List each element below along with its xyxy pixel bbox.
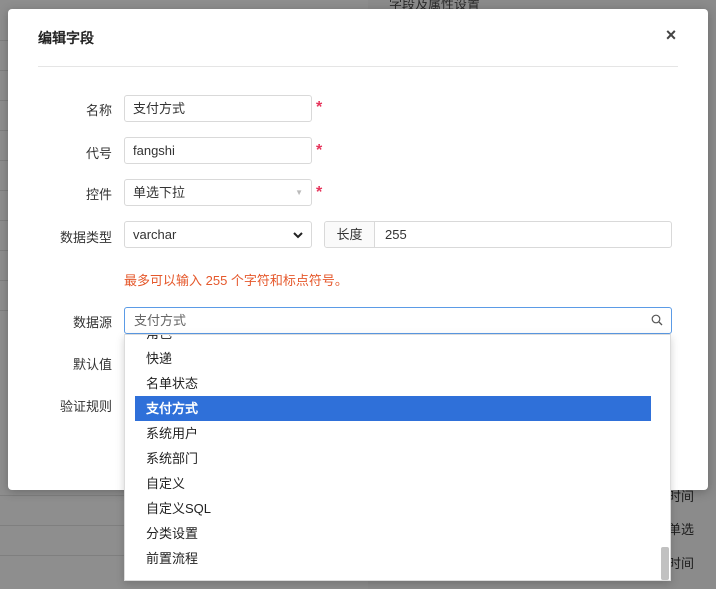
dropdown-option[interactable]: 名单状态: [135, 371, 651, 396]
dropdown-option[interactable]: 分类设置: [135, 521, 651, 546]
background-row-text: 单选: [668, 522, 695, 537]
dialog-title: 编辑字段: [38, 30, 94, 46]
length-hint: 最多可以输入 255 个字符和标点符号。: [124, 273, 348, 288]
datatype-label: 数据类型: [59, 230, 112, 245]
chevron-down-icon: [293, 232, 303, 239]
control-select[interactable]: 单选下拉 ▼: [124, 179, 312, 206]
control-label: 控件: [85, 187, 112, 202]
code-input[interactable]: fangshi: [124, 137, 312, 164]
default-label: 默认值: [72, 357, 112, 372]
search-icon: [651, 314, 663, 326]
name-label: 名称: [85, 103, 112, 118]
dropdown-option-selected[interactable]: 支付方式: [135, 396, 651, 421]
dropdown-option[interactable]: 快递: [135, 346, 651, 371]
required-mark: *: [316, 99, 323, 116]
dropdown-option[interactable]: 系统部门: [135, 446, 651, 471]
dropdown-option[interactable]: 系统用户: [135, 421, 651, 446]
datasource-dropdown: 角色 快递 名单状态 支付方式 系统用户 系统部门 自定义 自定义SQL 分类设…: [124, 334, 671, 581]
datatype-select-value: varchar: [133, 227, 177, 242]
validation-label: 验证规则: [59, 399, 112, 414]
dropdown-option[interactable]: 角色: [135, 335, 651, 346]
dropdown-scrollbar[interactable]: [661, 547, 669, 580]
control-select-value: 单选下拉: [133, 185, 186, 200]
chevron-down-icon: ▼: [295, 188, 303, 197]
dropdown-option[interactable]: 前置流程: [135, 546, 651, 571]
name-input[interactable]: 支付方式: [124, 95, 312, 122]
datasource-label: 数据源: [72, 315, 112, 330]
length-input[interactable]: 255: [385, 222, 407, 247]
dialog-divider: [38, 66, 678, 67]
datasource-search-input[interactable]: 支付方式: [124, 307, 672, 334]
code-label: 代号: [85, 146, 112, 161]
required-mark: *: [316, 142, 323, 159]
required-mark: *: [316, 184, 323, 201]
length-label: 长度: [325, 222, 375, 247]
length-input-group: 长度 255: [324, 221, 672, 248]
close-button[interactable]: ×: [663, 25, 679, 45]
background-row-text: 时间: [668, 556, 695, 571]
datatype-select[interactable]: varchar: [124, 221, 312, 248]
dropdown-option[interactable]: 自定义: [135, 471, 651, 496]
datasource-search-value: 支付方式: [134, 313, 187, 328]
dropdown-option[interactable]: 自定义SQL: [135, 496, 651, 521]
